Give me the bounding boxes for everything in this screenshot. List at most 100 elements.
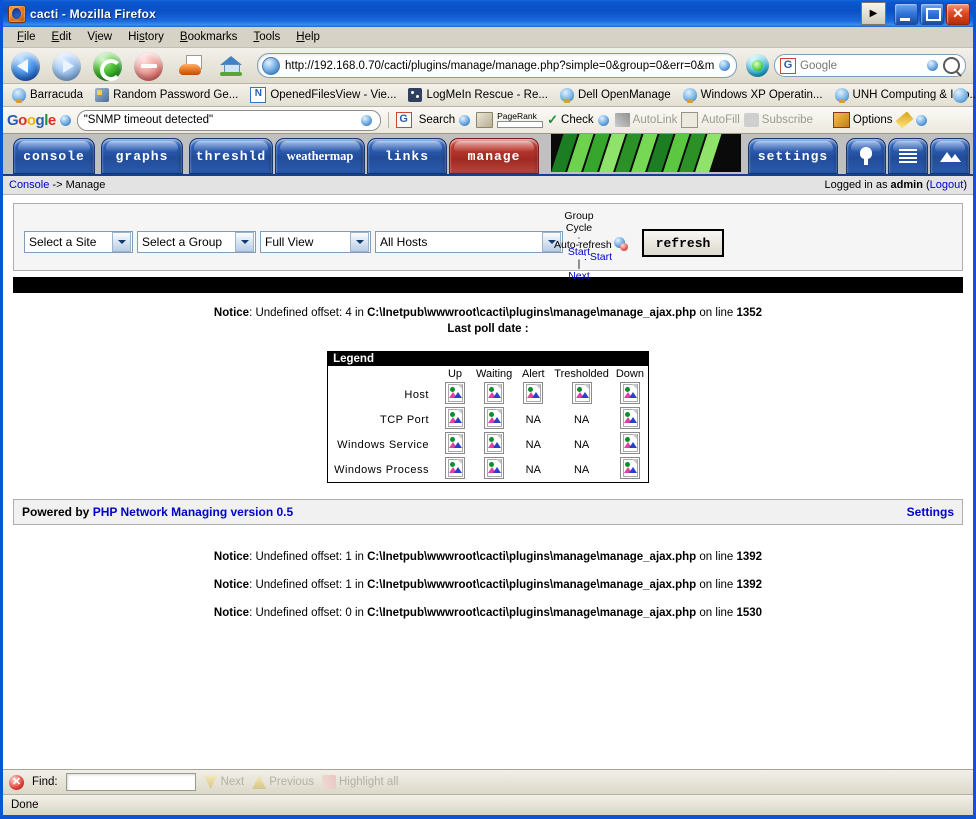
- tab-links[interactable]: links: [367, 138, 447, 174]
- auto-refresh-colon: :: [584, 251, 587, 263]
- settings-link[interactable]: Settings: [907, 505, 954, 519]
- find-input[interactable]: [65, 773, 196, 791]
- notice-prefix: Notice: [213, 307, 250, 319]
- menu-edit[interactable]: Edit: [44, 29, 80, 45]
- menu-history[interactable]: History: [120, 29, 172, 45]
- powered-by-bar: Powered by PHP Network Managing version …: [13, 499, 963, 525]
- bookmark-openedfilesview[interactable]: N OpenedFilesView - Vie...: [244, 87, 402, 103]
- forward-button[interactable]: [48, 50, 86, 82]
- legend-cell-na: NA: [573, 438, 590, 451]
- legend-cell: [515, 382, 551, 407]
- breadcrumb-console-link[interactable]: Console: [9, 179, 49, 191]
- menu-tools[interactable]: Tools: [245, 29, 288, 45]
- status-bar: Done: [3, 794, 973, 815]
- tab-threshld[interactable]: threshld: [189, 138, 273, 174]
- google-search-label: Search: [418, 114, 456, 126]
- refresh-button[interactable]: refresh: [642, 229, 724, 257]
- google-globe-icon[interactable]: [59, 114, 71, 126]
- options-button[interactable]: Options: [832, 112, 893, 128]
- go-button[interactable]: [746, 54, 769, 77]
- gear-icon: [832, 112, 850, 128]
- bookmark-dell-openmanage[interactable]: Dell OpenManage: [554, 88, 677, 103]
- bookmark-barracuda[interactable]: Barracuda: [6, 88, 89, 103]
- pagerank-indicator: PageRank: [497, 112, 544, 128]
- tab-list[interactable]: [888, 138, 928, 174]
- menu-bookmarks[interactable]: Bookmarks: [172, 29, 246, 45]
- autolink-button[interactable]: AutoLink: [614, 113, 677, 127]
- google-toolbar: Google "SNMP timeout detected" G Search …: [3, 107, 973, 134]
- legend-cell: [551, 382, 612, 407]
- close-icon[interactable]: ✕: [9, 774, 24, 790]
- site-select[interactable]: Select a Site: [24, 231, 133, 253]
- graph-icon: [939, 150, 961, 162]
- group-select[interactable]: Select a Group: [137, 231, 256, 253]
- find-highlight-button[interactable]: Highlight all: [321, 775, 399, 789]
- toolbar-overflow-icon[interactable]: [915, 114, 927, 126]
- find-highlight-label: Highlight all: [338, 776, 399, 788]
- tab-manage[interactable]: manage: [449, 138, 539, 174]
- find-bar: ✕ Find: Next Previous Highlight all: [3, 769, 973, 794]
- minimize-button[interactable]: [894, 2, 918, 25]
- find-previous-button[interactable]: Previous: [252, 775, 314, 789]
- bookmark-random-password[interactable]: Random Password Ge...: [89, 88, 244, 102]
- bookmark-label: LogMeIn Rescue - Re...: [426, 89, 548, 101]
- print-button[interactable]: [171, 50, 209, 82]
- chevron-down-icon[interactable]: [350, 232, 369, 252]
- tab-weathermap[interactable]: weathermap: [275, 138, 365, 174]
- highlighter-icon[interactable]: [895, 111, 914, 129]
- home-button[interactable]: [212, 50, 250, 82]
- bookmark-windows-xp[interactable]: Windows XP Operatin...: [677, 88, 829, 103]
- subscribe-button[interactable]: Subscribe: [743, 113, 813, 127]
- bookmarks-overflow-icon[interactable]: [953, 88, 968, 103]
- menu-help[interactable]: Help: [288, 29, 328, 45]
- autolink-globe-icon[interactable]: [597, 114, 609, 126]
- tab-graphs[interactable]: graphs: [101, 138, 183, 174]
- stop-button[interactable]: [130, 50, 168, 82]
- legend-col-tresholded: Tresholded: [554, 368, 609, 380]
- chevron-down-icon[interactable]: [112, 232, 131, 252]
- php-notice: Notice: Undefined offset: 1 in C:\Inetpu…: [213, 551, 763, 563]
- legend-cell-na: NA: [525, 413, 541, 426]
- close-button[interactable]: ✕: [946, 2, 970, 25]
- bookmark-icon: [559, 88, 574, 103]
- back-button[interactable]: [7, 50, 45, 82]
- tab-graph-view[interactable]: [930, 138, 970, 174]
- address-bar[interactable]: http://192.168.0.70/cacti/plugins/manage…: [257, 53, 737, 78]
- google-search-button[interactable]: G Search: [395, 112, 456, 128]
- cacti-tab-bar: console graphs threshld weathermap links…: [3, 134, 973, 176]
- search-engine-icon[interactable]: [927, 60, 938, 71]
- filter-select-row: Select a Site Select a Group Full View A…: [24, 231, 563, 253]
- legend-cell: [612, 407, 649, 432]
- tab-tree[interactable]: [846, 138, 886, 174]
- legend-section: Legend Up Waiting Alert Tresholded Down …: [3, 351, 973, 483]
- find-next-button[interactable]: Next: [203, 775, 244, 789]
- extra-button[interactable]: ▶: [861, 2, 886, 25]
- spellcheck-button[interactable]: ✓ Check: [547, 112, 594, 128]
- auto-refresh-start-link[interactable]: Start: [590, 251, 612, 263]
- search-icon[interactable]: [943, 57, 960, 74]
- google-history-icon[interactable]: [360, 114, 372, 126]
- auto-refresh-label: Auto-refresh: [554, 239, 612, 251]
- search-bar[interactable]: G Google: [774, 54, 966, 77]
- reload-button[interactable]: [89, 50, 127, 82]
- star-icon[interactable]: [719, 60, 730, 71]
- menu-view[interactable]: View: [79, 29, 120, 45]
- broken-image-icon: [619, 432, 640, 454]
- chevron-down-icon[interactable]: [235, 232, 254, 252]
- tab-settings[interactable]: settings: [748, 138, 838, 174]
- bookmark-logmein[interactable]: LogMeIn Rescue - Re...: [402, 88, 553, 102]
- maximize-button[interactable]: [920, 2, 944, 25]
- menu-file[interactable]: File: [9, 29, 44, 45]
- legend-cell: [437, 382, 473, 407]
- view-select[interactable]: Full View: [260, 231, 371, 253]
- tab-console[interactable]: console: [13, 138, 95, 174]
- logout-link[interactable]: Logout: [930, 179, 964, 191]
- google-bookmarks-icon[interactable]: [459, 114, 471, 126]
- google-book-icon[interactable]: [476, 112, 494, 128]
- google-search-input[interactable]: "SNMP timeout detected": [76, 109, 381, 131]
- arrow-up-icon: [252, 775, 267, 789]
- group-cycle-next-link[interactable]: Next: [568, 270, 590, 282]
- autofill-button[interactable]: AutoFill: [681, 112, 740, 128]
- toolbar-divider: [387, 112, 389, 128]
- product-link[interactable]: PHP Network Managing version 0.5: [93, 505, 294, 519]
